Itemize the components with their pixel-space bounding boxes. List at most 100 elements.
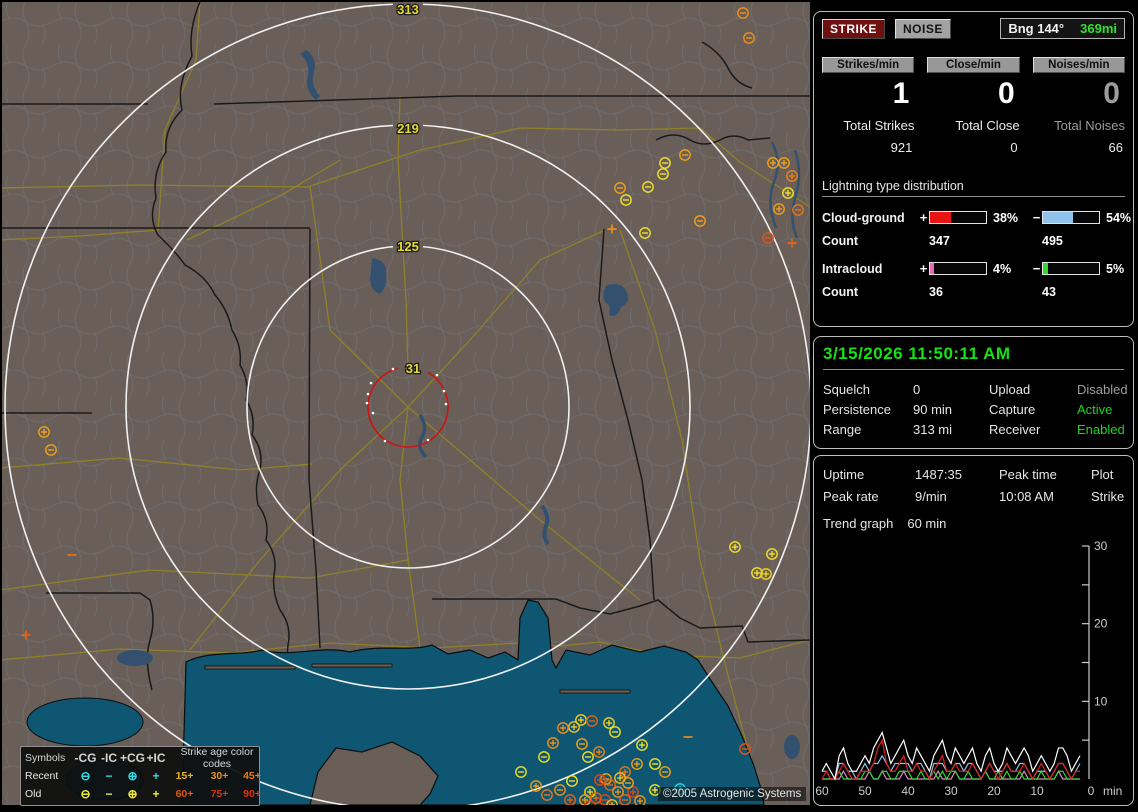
bearing-range-value: 369mi <box>1080 21 1117 36</box>
trend-graph-window: 60 min <box>907 516 946 531</box>
cg-minus-bar <box>1042 211 1100 224</box>
persistence-value: 90 min <box>913 402 989 417</box>
legend-symbols-header: Symbols <box>25 752 73 764</box>
plot-label: Plot <box>1091 467 1124 482</box>
circle-minus-icon: ⊖ <box>73 787 98 801</box>
legend-col-neg-ic: -IC <box>98 751 120 765</box>
map-canvas[interactable]: 31321912531 <box>2 2 810 805</box>
total-noises-value: 66 <box>1033 140 1125 155</box>
trend-panel: Uptime 1487:35 Peak time Plot Peak rate … <box>813 455 1134 806</box>
count-label: Count <box>822 234 918 248</box>
ic-plus-bar <box>929 262 987 275</box>
total-strikes-value: 921 <box>822 140 914 155</box>
legend-col-neg-cg: -CG <box>73 751 98 765</box>
minus-sign: − <box>1031 210 1042 225</box>
svg-text:10: 10 <box>1030 784 1044 798</box>
total-close-label: Total Close <box>927 118 1019 133</box>
receiver-label: Receiver <box>989 422 1077 437</box>
noises-counter: Noises/min 0 Total Noises 66 <box>1033 57 1125 155</box>
cg-minus-pct: 54% <box>1100 211 1132 225</box>
cg-plus-bar <box>929 211 987 224</box>
cloud-ground-row: Cloud-ground + 38% − 54% <box>822 210 1125 225</box>
datetime-display: 3/15/2026 11:50:11 AM <box>823 344 1124 370</box>
circle-plus-icon: ⊕ <box>120 787 145 801</box>
peak-time-label: Peak time <box>999 467 1091 482</box>
plot-mode-value: Strike <box>1091 489 1124 504</box>
map-legend: Symbols -CG -IC +CG +IC Strike age color… <box>20 746 260 806</box>
trend-graph-label: Trend graph <box>823 516 893 531</box>
cloud-ground-count-row: Count 347 495 <box>822 234 1125 248</box>
svg-text:40: 40 <box>901 784 915 798</box>
cg-plus-count: 347 <box>929 234 1031 248</box>
close-counter: Close/min 0 Total Close 0 <box>927 57 1019 155</box>
svg-text:50: 50 <box>858 784 872 798</box>
ic-minus-bar <box>1042 262 1100 275</box>
strikes-per-min-button[interactable]: Strikes/min <box>822 57 914 73</box>
ic-minus-pct: 5% <box>1100 262 1132 276</box>
strike-stats-panel: STRIKE NOISE Bng 144° 369mi Strikes/min … <box>813 11 1134 327</box>
circle-minus-icon: ⊖ <box>73 769 98 783</box>
ic-minus-count: 43 <box>1042 285 1132 299</box>
svg-text:313: 313 <box>397 2 419 17</box>
noises-per-min-button[interactable]: Noises/min <box>1033 57 1125 73</box>
total-noises-label: Total Noises <box>1033 118 1125 133</box>
close-per-min-button[interactable]: Close/min <box>927 57 1019 73</box>
squelch-label: Squelch <box>823 382 913 397</box>
receiver-status: Enabled <box>1077 422 1128 437</box>
legend-col-pos-cg: +CG <box>120 751 145 765</box>
ic-plus-pct: 4% <box>987 262 1031 276</box>
uptime-label: Uptime <box>823 467 915 482</box>
peak-rate-label: Peak rate <box>823 489 915 504</box>
lightning-tracker-app: 31321912531 Symbols -CG -IC +CG +IC Stri… <box>0 0 1138 812</box>
svg-text:20: 20 <box>987 784 1001 798</box>
svg-text:125: 125 <box>397 239 419 254</box>
svg-text:0: 0 <box>1088 784 1095 798</box>
range-value: 313 mi <box>913 422 989 437</box>
cloud-ground-label: Cloud-ground <box>822 211 918 225</box>
persistence-label: Persistence <box>823 402 913 417</box>
svg-text:30: 30 <box>1094 539 1108 553</box>
bearing-label: Bng 144° <box>1008 21 1064 36</box>
svg-text:min: min <box>1103 784 1122 798</box>
age-code-30: 30+ <box>202 770 237 782</box>
distribution-title: Lightning type distribution <box>822 179 1125 197</box>
intracloud-count-row: Count 36 43 <box>822 285 1125 299</box>
intracloud-row: Intracloud + 4% − 5% <box>822 261 1125 276</box>
strike-button[interactable]: STRIKE <box>822 19 885 39</box>
svg-text:30: 30 <box>944 784 958 798</box>
status-panel: 3/15/2026 11:50:11 AM Squelch 0 Upload D… <box>813 336 1134 449</box>
svg-text:60: 60 <box>815 784 829 798</box>
strikes-per-min-value: 1 <box>822 77 914 110</box>
total-strikes-label: Total Strikes <box>822 118 914 133</box>
strike-map[interactable]: 31321912531 Symbols -CG -IC +CG +IC Stri… <box>2 2 810 805</box>
cg-minus-count: 495 <box>1042 234 1132 248</box>
upload-label: Upload <box>989 382 1077 397</box>
uptime-value: 1487:35 <box>915 467 999 482</box>
age-code-75: 75+ <box>202 788 237 800</box>
noise-button[interactable]: NOISE <box>895 19 951 39</box>
noises-per-min-value: 0 <box>1033 77 1125 110</box>
squelch-value: 0 <box>913 382 989 397</box>
peak-time-value: 10:08 AM <box>999 489 1091 504</box>
svg-text:20: 20 <box>1094 617 1108 631</box>
uptime-grid: Uptime 1487:35 Peak time Plot Peak rate … <box>823 463 1124 507</box>
circle-plus-icon: ⊕ <box>120 769 145 783</box>
minus-icon: − <box>98 769 120 783</box>
settings-grid: Squelch 0 Upload Disabled Persistence 90… <box>823 379 1124 439</box>
upload-status: Disabled <box>1077 382 1128 397</box>
close-per-min-value: 0 <box>927 77 1019 110</box>
minus-icon: − <box>98 787 120 801</box>
plus-icon: + <box>145 769 167 783</box>
age-code-15: 15+ <box>167 770 202 782</box>
bearing-display: Bng 144° 369mi <box>1000 18 1125 39</box>
strikes-counter: Strikes/min 1 Total Strikes 921 <box>822 57 914 155</box>
range-label: Range <box>823 422 913 437</box>
capture-status: Active <box>1077 402 1128 417</box>
legend-age-header: Strike age color codes <box>167 746 267 770</box>
legend-col-pos-ic: +IC <box>145 751 167 765</box>
trend-graph: 30 20 10 60 50 40 30 20 10 0 min <box>814 537 1134 807</box>
svg-text:10: 10 <box>1094 694 1108 708</box>
svg-text:31: 31 <box>406 361 420 376</box>
ic-plus-count: 36 <box>929 285 1031 299</box>
copyright-text: ©2005 Astrogenic Systems <box>658 787 806 801</box>
